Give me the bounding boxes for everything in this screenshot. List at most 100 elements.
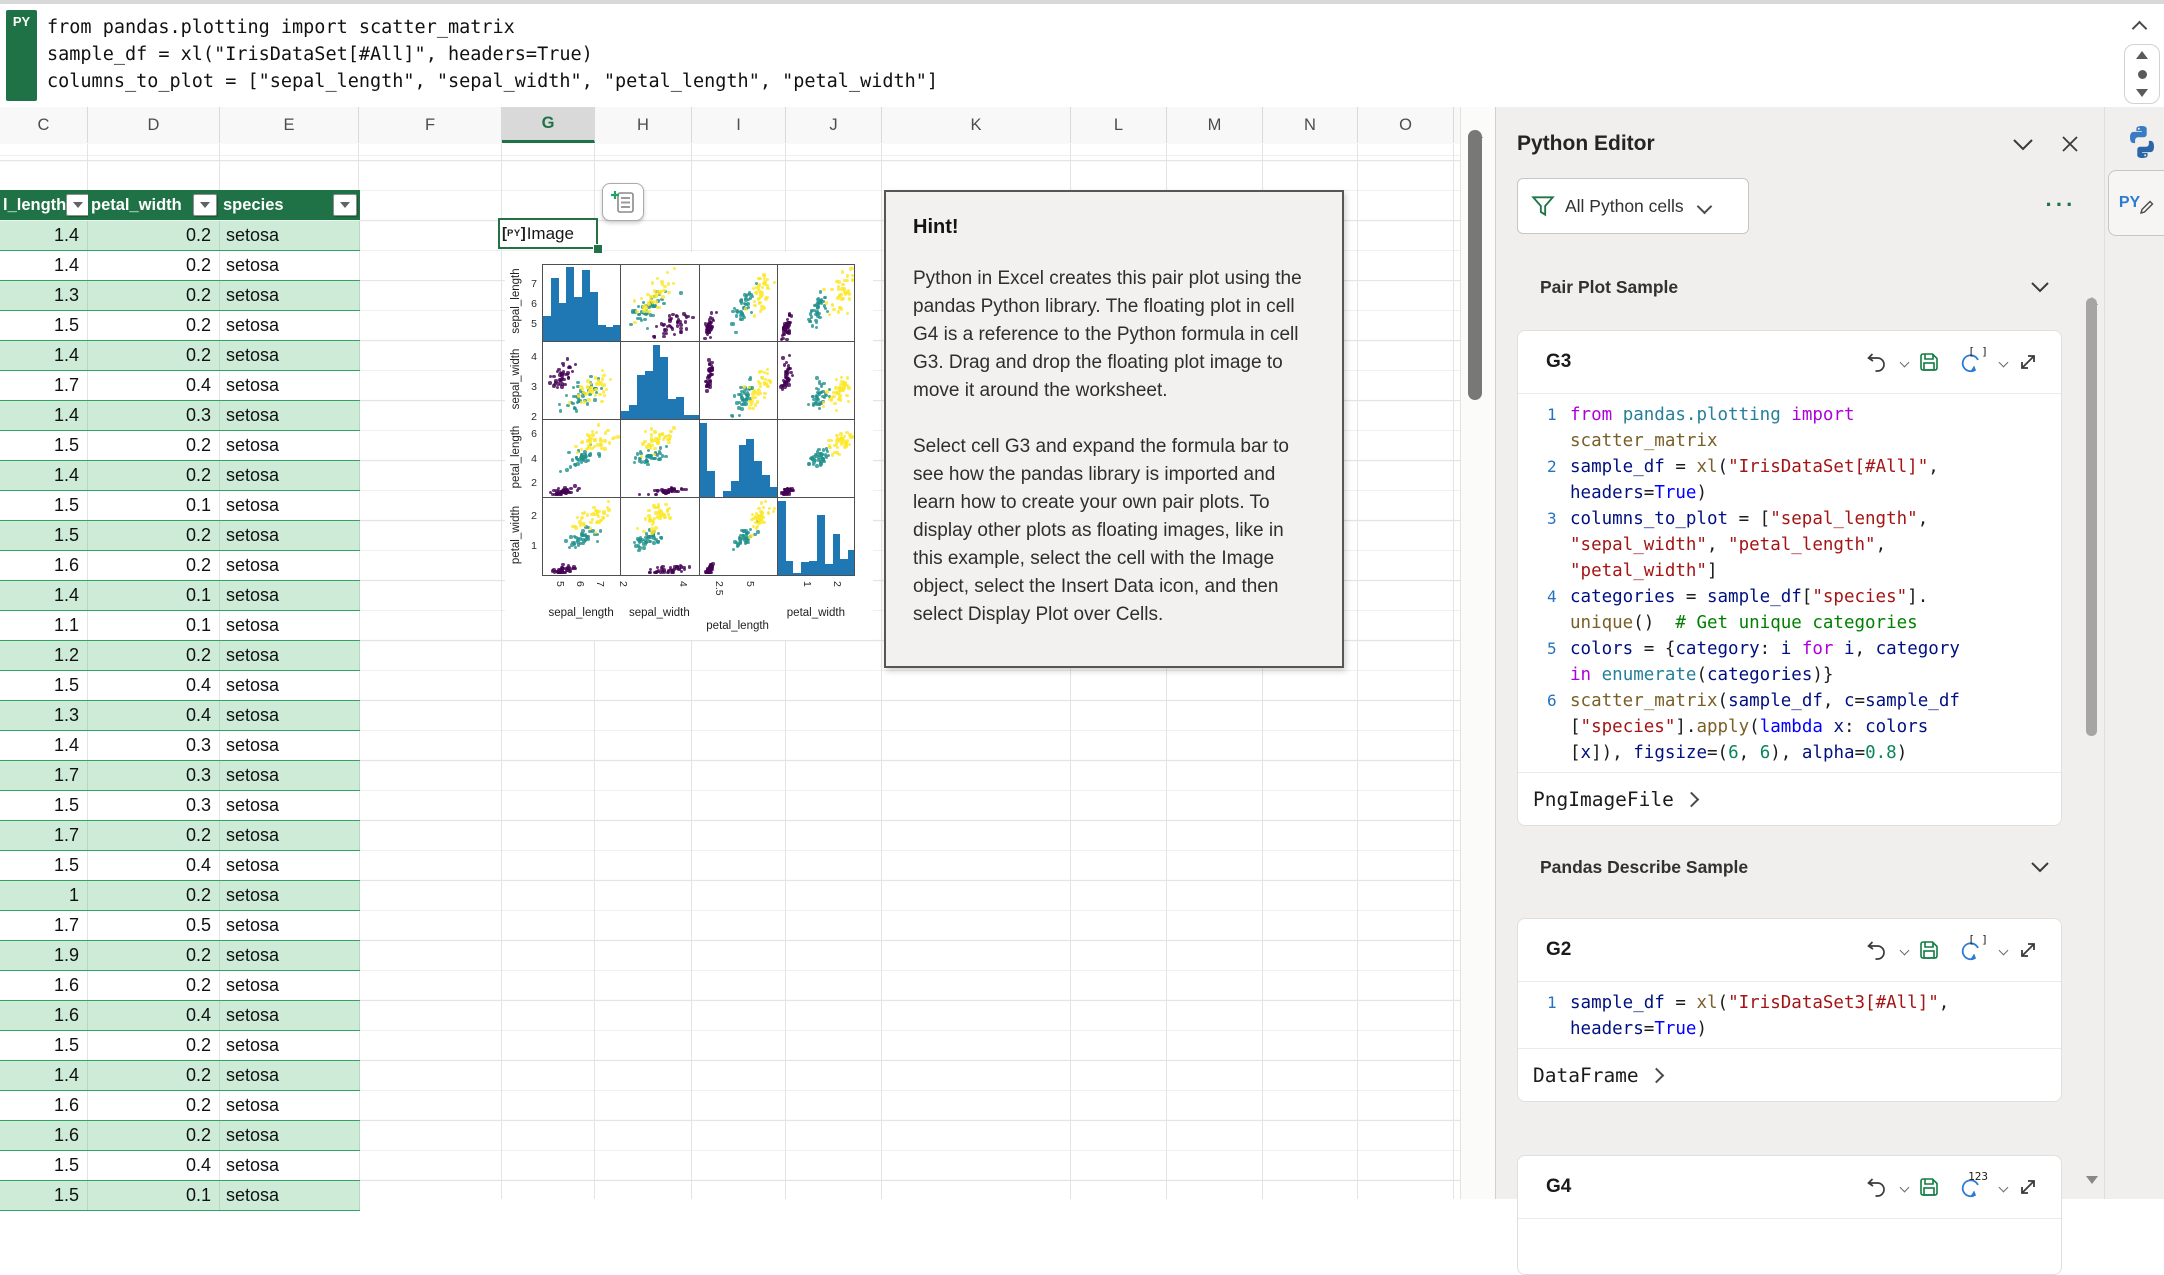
table-cell[interactable]: setosa (220, 881, 360, 910)
table-cell[interactable]: 0.2 (88, 221, 220, 250)
table-cell[interactable]: setosa (220, 1061, 360, 1090)
table-cell[interactable]: setosa (220, 491, 360, 520)
table-cell[interactable]: setosa (220, 971, 360, 1000)
table-cell[interactable]: setosa (220, 1031, 360, 1060)
output-type-icon[interactable]: [ ] (1950, 345, 1990, 377)
expand-icon[interactable] (2013, 348, 2043, 376)
table-row[interactable]: 1.6 0.2 setosa (0, 551, 360, 581)
table-cell[interactable]: 1.7 (0, 911, 88, 940)
output-type-icon[interactable]: 123 (1950, 1170, 1990, 1202)
table-cell[interactable]: 0.2 (88, 821, 220, 850)
section-header-pandas-describe-sample[interactable]: Pandas Describe Sample (1540, 852, 2050, 882)
table-cell[interactable]: 1.6 (0, 551, 88, 580)
table-row[interactable]: 1.9 0.2 setosa (0, 941, 360, 971)
chevron-down-icon[interactable] (1899, 1182, 1910, 1192)
table-cell[interactable]: setosa (220, 371, 360, 400)
selected-cell-g3[interactable]: [PY] Image (498, 218, 598, 249)
save-icon[interactable] (1914, 1173, 1944, 1201)
column-header-E[interactable]: E (220, 107, 359, 143)
table-row[interactable]: 1.4 0.3 setosa (0, 731, 360, 761)
filter-dropdown-icon[interactable] (333, 194, 357, 216)
table-row[interactable]: 1.4 0.2 setosa (0, 251, 360, 281)
table-cell[interactable]: 1.6 (0, 1091, 88, 1120)
table-cell[interactable]: 0.4 (88, 1001, 220, 1030)
table-cell[interactable]: setosa (220, 311, 360, 340)
table-cell[interactable]: setosa (220, 761, 360, 790)
table-cell[interactable]: setosa (220, 341, 360, 370)
chevron-down-icon[interactable] (1899, 945, 1910, 955)
code-editor[interactable]: 1 from pandas.plotting import scatter_matr… (1518, 394, 2061, 772)
save-icon[interactable] (1914, 936, 1944, 964)
table-cell[interactable]: 0.3 (88, 761, 220, 790)
chevron-down-icon[interactable] (1998, 945, 2009, 955)
table-row[interactable]: 1.2 0.2 setosa (0, 641, 360, 671)
scroll-down-icon[interactable] (2136, 89, 2148, 97)
insert-data-button[interactable] (602, 183, 644, 221)
table-cell[interactable]: setosa (220, 251, 360, 280)
table-cell[interactable]: 0.2 (88, 971, 220, 1000)
table-cell[interactable]: 1.5 (0, 1031, 88, 1060)
scroll-drag-handle[interactable] (2137, 69, 2147, 79)
undo-icon[interactable] (1861, 348, 1891, 376)
formula-line[interactable]: columns_to_plot = ["sepal_length", "sepa… (47, 68, 1947, 95)
table-cell[interactable]: 1.5 (0, 671, 88, 700)
table-cell[interactable]: 0.1 (88, 491, 220, 520)
table-cell[interactable]: 0.2 (88, 431, 220, 460)
chevron-down-icon[interactable] (1998, 1182, 2009, 1192)
undo-icon[interactable] (1861, 936, 1891, 964)
table-cell[interactable]: 1.7 (0, 821, 88, 850)
column-header-F[interactable]: F (359, 107, 502, 143)
table-cell[interactable]: 1.7 (0, 761, 88, 790)
expand-icon[interactable] (2013, 1173, 2043, 1201)
column-header-G[interactable]: G (502, 107, 595, 143)
table-cell[interactable]: setosa (220, 1121, 360, 1150)
table-row[interactable]: 1.5 0.4 setosa (0, 851, 360, 881)
table-cell[interactable]: setosa (220, 701, 360, 730)
table-cell[interactable]: 1.3 (0, 281, 88, 310)
table-cell[interactable]: setosa (220, 611, 360, 640)
table-cell[interactable]: 0.1 (88, 611, 220, 640)
chevron-down-icon[interactable] (1998, 357, 2009, 367)
table-cell[interactable]: 0.2 (88, 341, 220, 370)
table-cell[interactable]: 0.2 (88, 941, 220, 970)
table-cell[interactable]: 1.2 (0, 641, 88, 670)
table-row[interactable]: 1.4 0.2 setosa (0, 461, 360, 491)
python-editor-tab[interactable]: PY (2108, 170, 2164, 236)
code-line[interactable]: ["species"].apply(lambda x: colors (1518, 714, 2055, 740)
table-cell[interactable]: 1.4 (0, 221, 88, 250)
table-cell[interactable]: 1.4 (0, 581, 88, 610)
undo-icon[interactable] (1861, 1173, 1891, 1201)
code-line[interactable]: 1 from pandas.plotting import (1518, 402, 2055, 428)
code-line[interactable]: headers=True) (1518, 1016, 2055, 1042)
table-cell[interactable]: 0.2 (88, 461, 220, 490)
table-cell[interactable]: 1.9 (0, 941, 88, 970)
output-row-dataframe[interactable]: DataFrame (1518, 1048, 2061, 1101)
code-line[interactable]: 3 columns_to_plot = ["sepal_length", (1518, 506, 2055, 532)
code-line[interactable]: 6 scatter_matrix(sample_df, c=sample_df (1518, 688, 2055, 714)
table-cell[interactable]: 0.2 (88, 311, 220, 340)
table-row[interactable]: 1.7 0.4 setosa (0, 371, 360, 401)
table-cell[interactable]: 0.4 (88, 851, 220, 880)
column-header-D[interactable]: D (88, 107, 220, 143)
table-row[interactable]: 1.5 0.1 setosa (0, 1181, 360, 1211)
table-cell[interactable]: 0.3 (88, 731, 220, 760)
chevron-right-icon[interactable] (1648, 1067, 1664, 1083)
chevron-down-icon[interactable] (1899, 357, 1910, 367)
table-cell[interactable]: setosa (220, 671, 360, 700)
table-cell[interactable]: 1.6 (0, 1001, 88, 1030)
table-cell[interactable]: 0.5 (88, 911, 220, 940)
table-cell[interactable]: setosa (220, 1151, 360, 1180)
table-row[interactable]: 1.3 0.4 setosa (0, 701, 360, 731)
table-cell[interactable]: setosa (220, 641, 360, 670)
table-cell[interactable]: 0.2 (88, 1031, 220, 1060)
code-line[interactable]: headers=True) (1518, 480, 2055, 506)
table-cell[interactable]: 1.5 (0, 1151, 88, 1180)
table-row[interactable]: 1.4 0.1 setosa (0, 581, 360, 611)
panel-collapse-icon[interactable] (2012, 138, 2036, 158)
panel-scroll-up-icon[interactable] (2086, 280, 2098, 305)
panel-scroll-down-icon[interactable] (2086, 1176, 2098, 1202)
code-line[interactable]: unique() # Get unique categories (1518, 610, 2055, 636)
output-type-icon[interactable]: [ ] (1950, 933, 1990, 965)
formula-line[interactable]: from pandas.plotting import scatter_matr… (47, 14, 1947, 41)
scroll-up-icon[interactable] (1471, 113, 1483, 138)
